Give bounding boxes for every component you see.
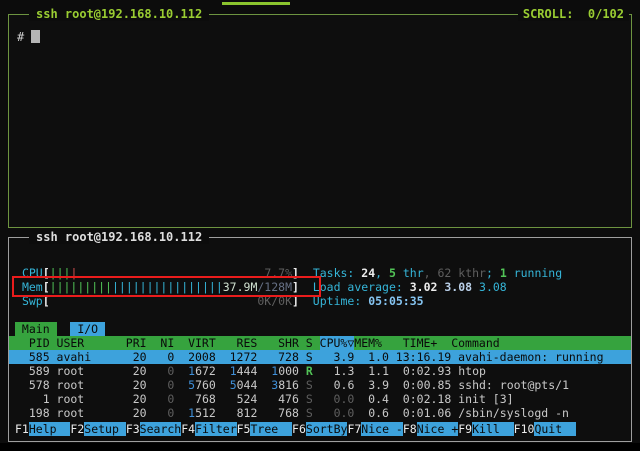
text-segment: 760	[195, 378, 230, 392]
uptime-value: 05:05:35	[368, 294, 423, 308]
load-avg-1min: 3.02	[410, 280, 438, 294]
text-segment: 0	[153, 392, 174, 406]
load-average-label: Load average:	[313, 280, 410, 294]
state-running: R	[306, 364, 313, 378]
terminal-multiplexer-screen: ssh root@192.168.10.112 SCROLL: 0/102 # …	[0, 0, 640, 443]
text-segment	[174, 364, 188, 378]
quit-button[interactable]: Quit	[534, 422, 576, 436]
tasks-count: 24	[361, 266, 375, 280]
fkey-f9: F9	[458, 422, 472, 436]
sort-column-cpu[interactable]: CPU%▽	[320, 336, 355, 350]
text-segment	[174, 406, 188, 420]
text-segment: thr	[396, 266, 424, 280]
process-row-selected[interactable]: 585 avahi 20 0 2008 1272 728 S 3.9 1.0 1…	[9, 350, 631, 364]
tree-button[interactable]: Tree	[250, 422, 292, 436]
load-avg-5min: 3.08	[444, 280, 472, 294]
text-segment	[174, 378, 188, 392]
text-segment: running	[507, 266, 562, 280]
process-row[interactable]: 589 root 20 0 1672 1444 1000 R 1.3 1.1 0…	[9, 364, 631, 378]
top-pane-title: ssh root@192.168.10.112	[29, 7, 209, 21]
help-button[interactable]: Help	[29, 422, 71, 436]
fkey-f8: F8	[403, 422, 417, 436]
text-segment: ,	[424, 266, 438, 280]
text-segment: 444	[237, 364, 272, 378]
process-init: 0.4 0:02.18 init [3]	[354, 392, 513, 406]
fkey-f4: F4	[181, 422, 195, 436]
tab-main[interactable]: Main	[15, 322, 57, 336]
fkey-f7: F7	[347, 422, 361, 436]
fkey-f6: F6	[292, 422, 306, 436]
top-pane[interactable]: ssh root@192.168.10.112 SCROLL: 0/102 #	[8, 14, 632, 228]
table-header-row: PID USER PRI NI VIRT RES SHR S CPU%▽MEM%…	[9, 336, 631, 350]
fkey-f2: F2	[70, 422, 84, 436]
text-segment: 5	[230, 378, 237, 392]
setup-button[interactable]: Setup	[84, 422, 126, 436]
text-segment: 0	[153, 378, 174, 392]
htop-output: CPU[|||| 7.7%] Tasks: 24, 5 thr, 62 kthr…	[9, 238, 631, 441]
text-cursor	[31, 30, 40, 43]
screen-tabs-row: Main I/O	[9, 322, 631, 336]
text-segment: 0	[153, 406, 174, 420]
text-segment: 1	[230, 364, 237, 378]
running-count: 1	[500, 266, 507, 280]
bottom-pane[interactable]: ssh root@192.168.10.112 CPU[|||| 7.7%] T…	[8, 237, 632, 442]
text-segment: 0.0	[320, 392, 355, 406]
threads-count: 5	[389, 266, 396, 280]
nice-plus-button[interactable]: Nice +	[417, 422, 459, 436]
process-htop: 1.3 1.1 0:02.93 htop	[313, 364, 486, 378]
prompt-symbol: #	[17, 30, 31, 44]
text-segment: 816	[278, 378, 306, 392]
column-headers[interactable]: PID USER PRI NI VIRT RES SHR S	[15, 336, 320, 350]
nice-minus-button[interactable]: Nice -	[361, 422, 403, 436]
scroll-indicator: SCROLL: 0/102	[518, 7, 629, 21]
uptime-label: Uptime:	[313, 294, 368, 308]
text-segment	[313, 406, 320, 420]
text-segment	[472, 280, 479, 294]
filter-button[interactable]: Filter	[195, 422, 237, 436]
fkey-f5: F5	[237, 422, 251, 436]
sortby-button[interactable]: SortBy	[306, 422, 348, 436]
fkey-f3: F3	[126, 422, 140, 436]
text-segment	[57, 322, 71, 336]
text-segment: ,	[375, 266, 389, 280]
process-row[interactable]: 1 root 20 0 768 524 476 S 0.0 0.4 0:02.1…	[9, 392, 631, 406]
state-sleeping: S	[306, 392, 313, 406]
shell-prompt-line[interactable]: #	[17, 29, 40, 45]
text-segment	[313, 392, 320, 406]
top-accent-line	[222, 2, 290, 5]
text-segment: 578 root 20	[15, 378, 153, 392]
text-segment: 0	[153, 364, 174, 378]
text-segment: 044	[237, 378, 272, 392]
fkey-f10: F10	[514, 422, 535, 436]
text-segment: 672	[195, 364, 230, 378]
text-segment: 198 root 20	[15, 406, 153, 420]
text-segment: 000	[278, 364, 306, 378]
mem-annotation-box	[12, 276, 321, 297]
load-avg-15min: 3.08	[479, 280, 507, 294]
kernel-threads-count: 62 kthr	[438, 266, 486, 280]
text-segment: 768 524 476	[174, 392, 306, 406]
text-segment: 512 812 768	[195, 406, 306, 420]
text-segment: 1 root 20	[15, 392, 153, 406]
process-avahi: 585 avahi 20 0 2008 1272 728 S 3.9 1.0 1…	[15, 350, 604, 364]
fkey-f1: F1	[15, 422, 29, 436]
kill-button[interactable]: Kill	[472, 422, 514, 436]
search-button[interactable]: Search	[140, 422, 182, 436]
tab-io[interactable]: I/O	[70, 322, 105, 336]
process-row[interactable]: 198 root 20 0 1512 812 768 S 0.0 0.6 0:0…	[9, 406, 631, 420]
process-syslogd: 0.6 0:01.06 /sbin/syslogd -n	[354, 406, 569, 420]
function-key-bar: F1Help F2Setup F3SearchF4FilterF5Tree F6…	[9, 422, 631, 436]
column-headers[interactable]: MEM% TIME+ Command	[354, 336, 499, 350]
text-segment: 0.0	[320, 406, 355, 420]
text-segment: ;	[486, 266, 500, 280]
process-sshd: 0.6 3.9 0:00.85 sshd: root@pts/1	[313, 378, 569, 392]
process-row[interactable]: 578 root 20 0 5760 5044 3816 S 0.6 3.9 0…	[9, 378, 631, 392]
state-sleeping: S	[306, 378, 313, 392]
state-sleeping: S	[306, 406, 313, 420]
text-segment: 589 root 20	[15, 364, 153, 378]
